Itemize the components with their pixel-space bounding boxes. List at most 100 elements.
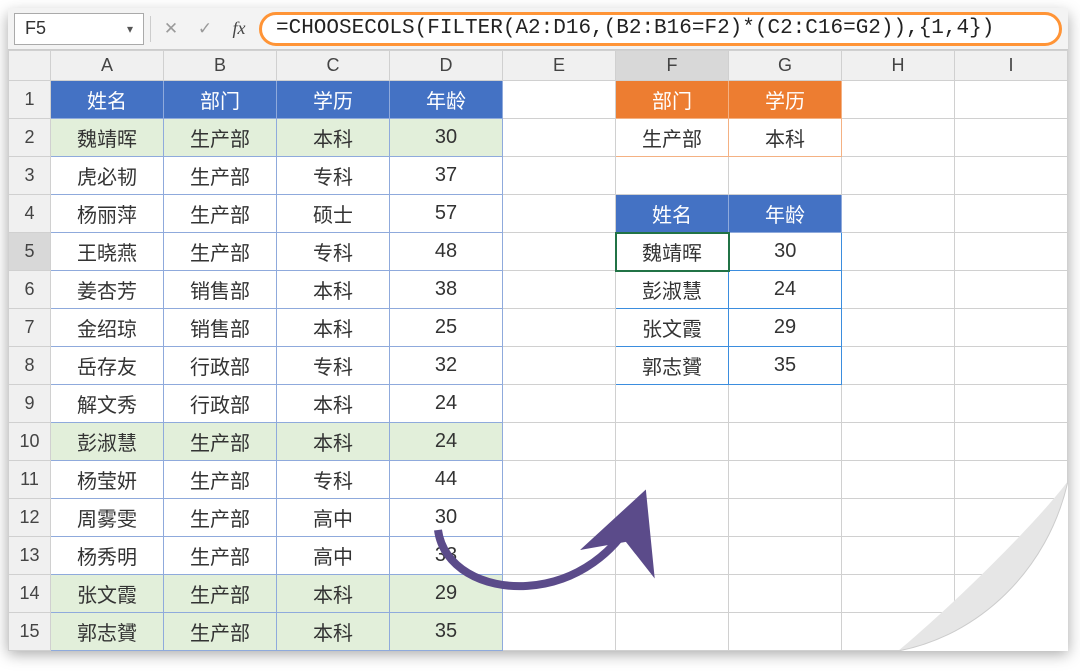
row-header-2[interactable]: 2 bbox=[9, 119, 51, 157]
cell-A11[interactable]: 杨莹妍 bbox=[51, 461, 164, 499]
cell-E5[interactable] bbox=[503, 233, 616, 271]
column-header-F[interactable]: F bbox=[616, 51, 729, 81]
cell-C2[interactable]: 本科 bbox=[277, 119, 390, 157]
cell-F1[interactable]: 部门 bbox=[616, 81, 729, 119]
cell-E12[interactable] bbox=[503, 499, 616, 537]
cell-A1[interactable]: 姓名 bbox=[51, 81, 164, 119]
row-header-14[interactable]: 14 bbox=[9, 575, 51, 613]
cell-A7[interactable]: 金绍琼 bbox=[51, 309, 164, 347]
cell-A13[interactable]: 杨秀明 bbox=[51, 537, 164, 575]
cell-A12[interactable]: 周雾雯 bbox=[51, 499, 164, 537]
cell-I9[interactable] bbox=[955, 385, 1068, 423]
cell-A5[interactable]: 王晓燕 bbox=[51, 233, 164, 271]
cell-F8[interactable]: 郭志贇 bbox=[616, 347, 729, 385]
chevron-down-icon[interactable]: ▾ bbox=[127, 22, 133, 36]
cell-A4[interactable]: 杨丽萍 bbox=[51, 195, 164, 233]
cell-A8[interactable]: 岳存友 bbox=[51, 347, 164, 385]
cell-G3[interactable] bbox=[729, 157, 842, 195]
cell-E14[interactable] bbox=[503, 575, 616, 613]
cell-B14[interactable]: 生产部 bbox=[164, 575, 277, 613]
cell-E7[interactable] bbox=[503, 309, 616, 347]
cell-I8[interactable] bbox=[955, 347, 1068, 385]
cell-D15[interactable]: 35 bbox=[390, 613, 503, 651]
cell-C8[interactable]: 专科 bbox=[277, 347, 390, 385]
column-header-A[interactable]: A bbox=[51, 51, 164, 81]
cell-F9[interactable] bbox=[616, 385, 729, 423]
cell-E10[interactable] bbox=[503, 423, 616, 461]
cell-F11[interactable] bbox=[616, 461, 729, 499]
cell-A10[interactable]: 彭淑慧 bbox=[51, 423, 164, 461]
enter-icon[interactable]: ✓ bbox=[191, 15, 219, 43]
cell-B3[interactable]: 生产部 bbox=[164, 157, 277, 195]
cell-C11[interactable]: 专科 bbox=[277, 461, 390, 499]
cell-G2[interactable]: 本科 bbox=[729, 119, 842, 157]
cell-D11[interactable]: 44 bbox=[390, 461, 503, 499]
cell-D14[interactable]: 29 bbox=[390, 575, 503, 613]
cell-H9[interactable] bbox=[842, 385, 955, 423]
cell-D10[interactable]: 24 bbox=[390, 423, 503, 461]
cell-H2[interactable] bbox=[842, 119, 955, 157]
spreadsheet-grid[interactable]: ABCDEFGHI 1姓名部门学历年龄部门学历2魏靖晖生产部本科30生产部本科3… bbox=[8, 50, 1068, 651]
cell-F7[interactable]: 张文霞 bbox=[616, 309, 729, 347]
cell-C13[interactable]: 高中 bbox=[277, 537, 390, 575]
cell-E1[interactable] bbox=[503, 81, 616, 119]
cell-B10[interactable]: 生产部 bbox=[164, 423, 277, 461]
cell-A6[interactable]: 姜杏芳 bbox=[51, 271, 164, 309]
cell-G12[interactable] bbox=[729, 499, 842, 537]
cell-I15[interactable] bbox=[955, 613, 1068, 651]
cell-B15[interactable]: 生产部 bbox=[164, 613, 277, 651]
cell-E2[interactable] bbox=[503, 119, 616, 157]
cell-E3[interactable] bbox=[503, 157, 616, 195]
cell-I13[interactable] bbox=[955, 537, 1068, 575]
cell-F12[interactable] bbox=[616, 499, 729, 537]
row-header-8[interactable]: 8 bbox=[9, 347, 51, 385]
cell-F4[interactable]: 姓名 bbox=[616, 195, 729, 233]
cell-C5[interactable]: 专科 bbox=[277, 233, 390, 271]
cell-A15[interactable]: 郭志贇 bbox=[51, 613, 164, 651]
cell-E6[interactable] bbox=[503, 271, 616, 309]
cell-C14[interactable]: 本科 bbox=[277, 575, 390, 613]
name-box[interactable]: F5 ▾ bbox=[14, 13, 144, 45]
cell-D2[interactable]: 30 bbox=[390, 119, 503, 157]
cell-I10[interactable] bbox=[955, 423, 1068, 461]
cell-C9[interactable]: 本科 bbox=[277, 385, 390, 423]
cell-B5[interactable]: 生产部 bbox=[164, 233, 277, 271]
cell-B7[interactable]: 销售部 bbox=[164, 309, 277, 347]
cell-E9[interactable] bbox=[503, 385, 616, 423]
cell-I3[interactable] bbox=[955, 157, 1068, 195]
cell-E11[interactable] bbox=[503, 461, 616, 499]
cell-H7[interactable] bbox=[842, 309, 955, 347]
cell-H10[interactable] bbox=[842, 423, 955, 461]
cell-D4[interactable]: 57 bbox=[390, 195, 503, 233]
cell-G4[interactable]: 年龄 bbox=[729, 195, 842, 233]
cell-I7[interactable] bbox=[955, 309, 1068, 347]
cell-A9[interactable]: 解文秀 bbox=[51, 385, 164, 423]
cell-I6[interactable] bbox=[955, 271, 1068, 309]
cell-H14[interactable] bbox=[842, 575, 955, 613]
cell-D7[interactable]: 25 bbox=[390, 309, 503, 347]
cell-C15[interactable]: 本科 bbox=[277, 613, 390, 651]
column-header-G[interactable]: G bbox=[729, 51, 842, 81]
cell-E13[interactable] bbox=[503, 537, 616, 575]
cell-B9[interactable]: 行政部 bbox=[164, 385, 277, 423]
cell-G11[interactable] bbox=[729, 461, 842, 499]
cell-D6[interactable]: 38 bbox=[390, 271, 503, 309]
cell-C7[interactable]: 本科 bbox=[277, 309, 390, 347]
cell-E4[interactable] bbox=[503, 195, 616, 233]
cell-I12[interactable] bbox=[955, 499, 1068, 537]
row-header-12[interactable]: 12 bbox=[9, 499, 51, 537]
row-header-11[interactable]: 11 bbox=[9, 461, 51, 499]
cell-G13[interactable] bbox=[729, 537, 842, 575]
row-header-4[interactable]: 4 bbox=[9, 195, 51, 233]
cell-G7[interactable]: 29 bbox=[729, 309, 842, 347]
cell-C4[interactable]: 硕士 bbox=[277, 195, 390, 233]
cell-B8[interactable]: 行政部 bbox=[164, 347, 277, 385]
row-header-7[interactable]: 7 bbox=[9, 309, 51, 347]
column-header-B[interactable]: B bbox=[164, 51, 277, 81]
cell-I4[interactable] bbox=[955, 195, 1068, 233]
cell-G6[interactable]: 24 bbox=[729, 271, 842, 309]
row-header-5[interactable]: 5 bbox=[9, 233, 51, 271]
cell-D13[interactable]: 33 bbox=[390, 537, 503, 575]
cell-F15[interactable] bbox=[616, 613, 729, 651]
cell-G8[interactable]: 35 bbox=[729, 347, 842, 385]
